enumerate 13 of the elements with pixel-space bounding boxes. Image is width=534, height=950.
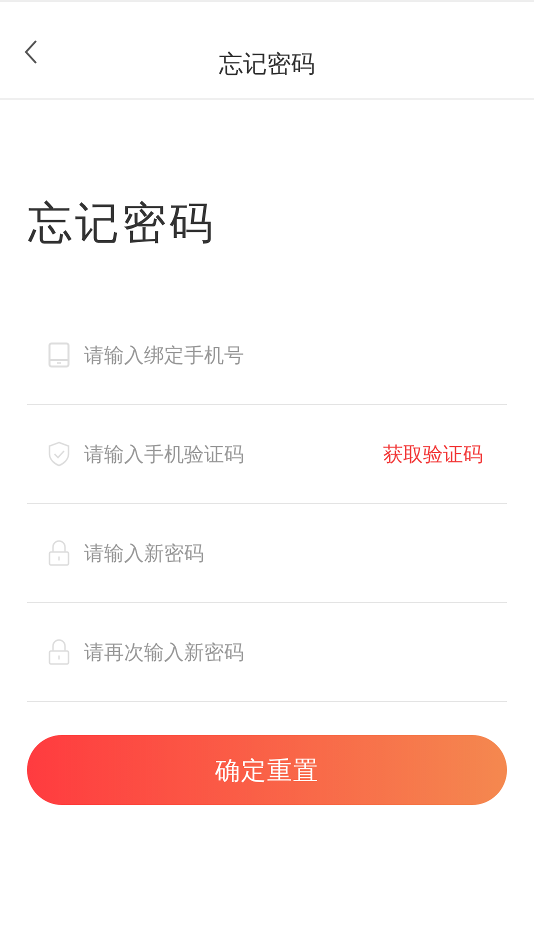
input-field[interactable]: 请输入新密码 xyxy=(84,541,507,565)
input-field[interactable]: 请输入绑定手机号 xyxy=(84,343,507,367)
chevron-left-icon xyxy=(24,40,38,64)
lock-icon xyxy=(48,639,70,665)
phone-icon xyxy=(48,342,70,368)
reset-button[interactable]: 确定重置 xyxy=(27,735,507,805)
lock-icon xyxy=(48,540,70,566)
shield-check-icon xyxy=(48,441,70,467)
form-heading: 忘记密码 xyxy=(28,197,217,251)
input-field[interactable]: 请输入手机验证码 xyxy=(84,442,369,466)
page-title: 忘记密码 xyxy=(219,49,315,80)
get-code-link[interactable]: 获取验证码 xyxy=(383,440,483,468)
input-field[interactable]: 请再次输入新密码 xyxy=(84,640,507,664)
